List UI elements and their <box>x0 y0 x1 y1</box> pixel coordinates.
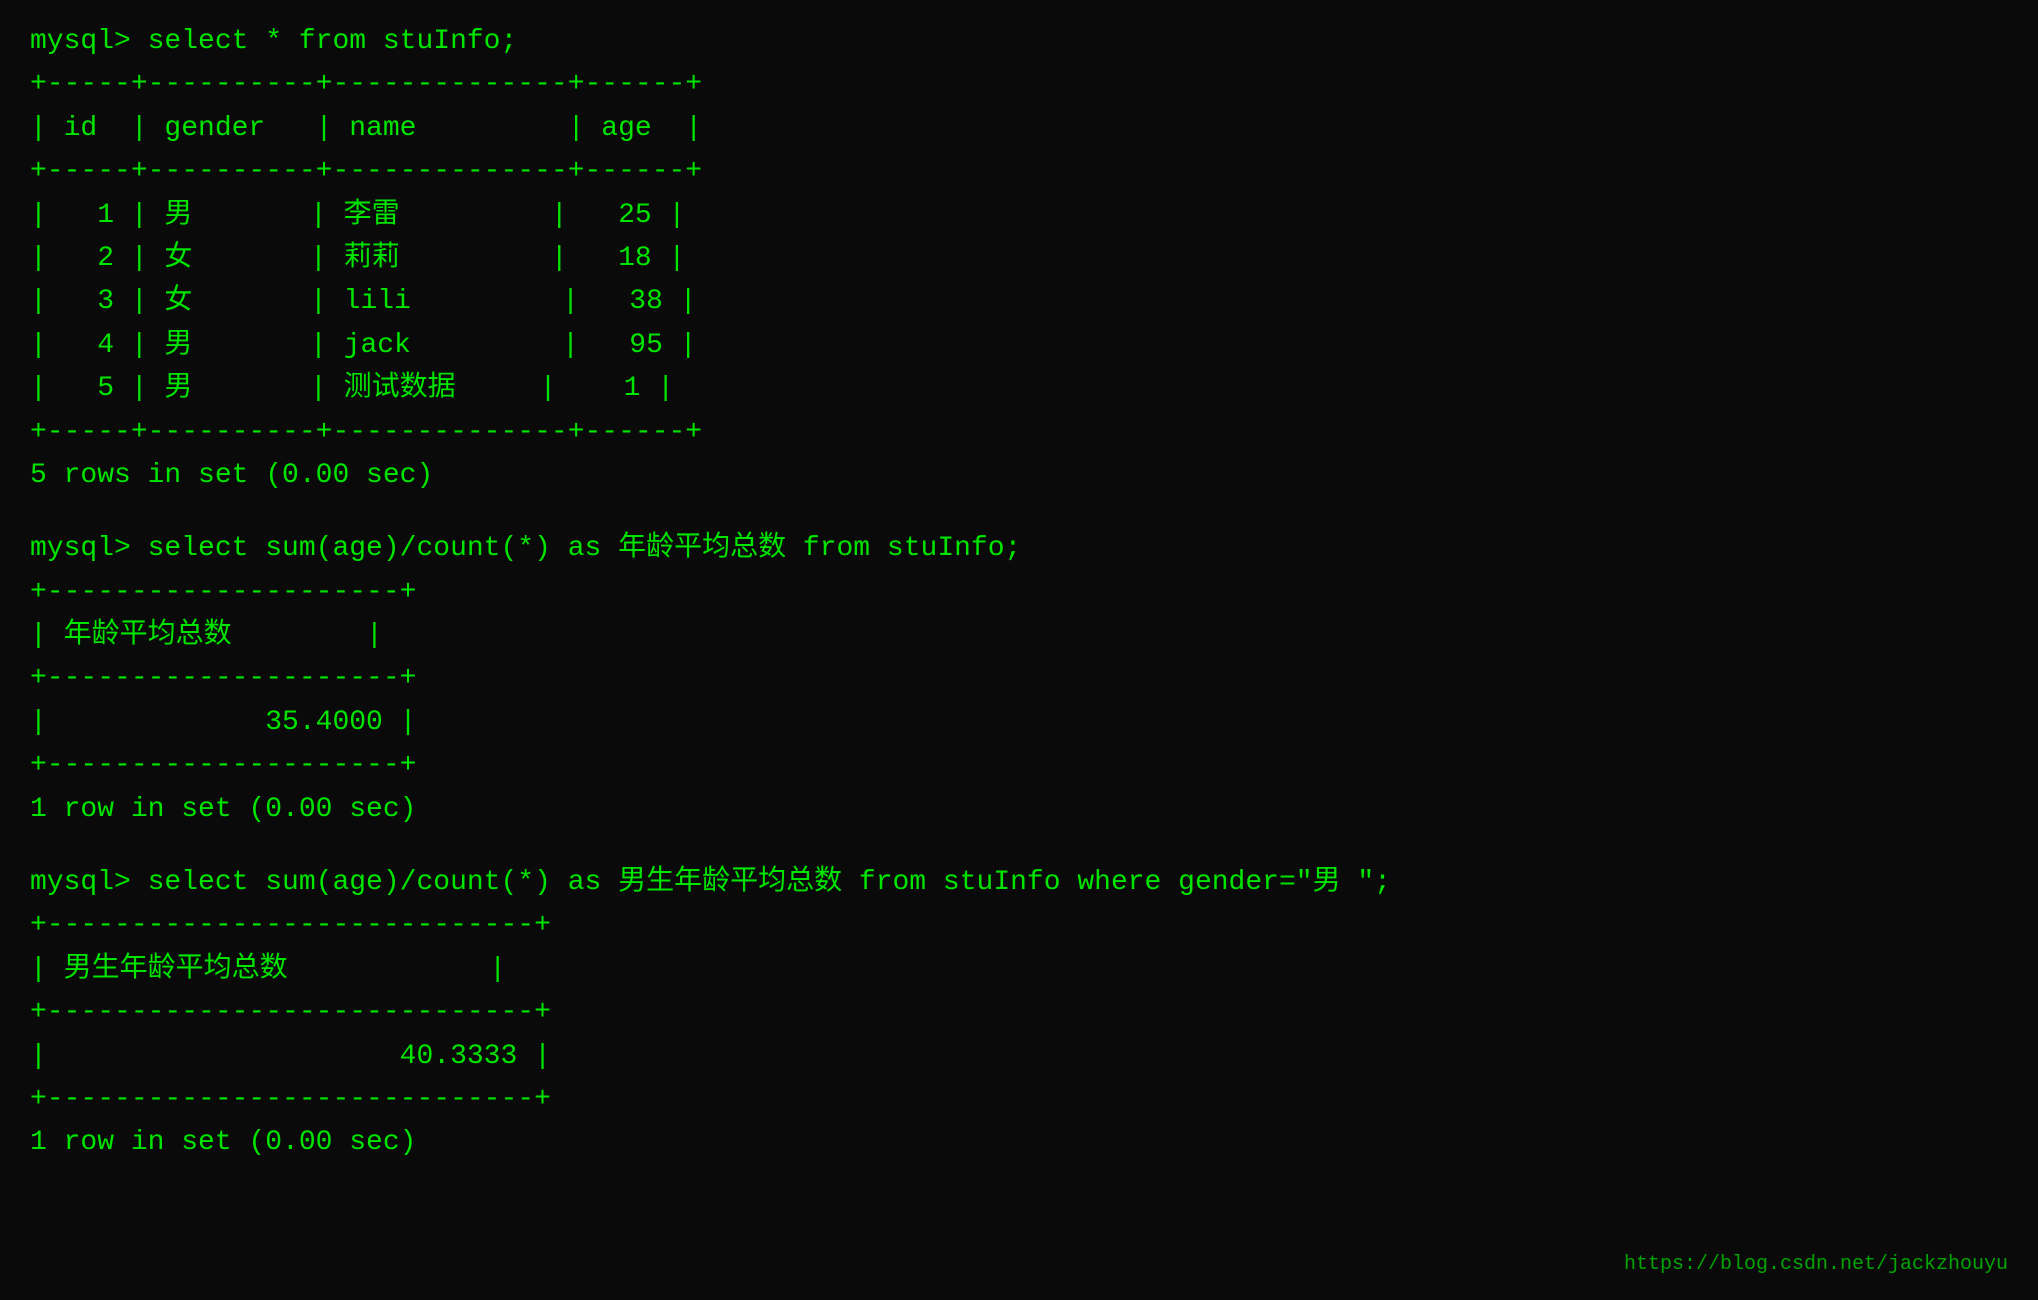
result-3: 1 row in set (0.00 sec) <box>30 1121 2008 1164</box>
result-1: 5 rows in set (0.00 sec) <box>30 454 2008 497</box>
table-row: | 2 | 女 | 莉莉 | 18 | <box>30 237 2008 280</box>
table-header-3: | 男生年龄平均总数 | <box>30 948 2008 991</box>
separator-2b: +---------------------+ <box>30 657 2008 700</box>
terminal: mysql> select * from stuInfo; +-----+---… <box>30 20 2008 1165</box>
prompt-2: mysql> select sum(age)/count(*) as 年龄平均总… <box>30 527 2008 570</box>
table-row: | 5 | 男 | 测试数据 | 1 | <box>30 367 2008 410</box>
watermark: https://blog.csdn.net/jackzhouyu <box>1624 1249 2008 1280</box>
table-row: | 3 | 女 | lili | 38 | <box>30 280 2008 323</box>
table-row: | 40.3333 | <box>30 1035 2008 1078</box>
separator-3a: +-----------------------------+ <box>30 904 2008 947</box>
separator-1b: +-----+----------+--------------+------+ <box>30 150 2008 193</box>
prompt-1: mysql> select * from stuInfo; <box>30 20 2008 63</box>
separator-2a: +---------------------+ <box>30 571 2008 614</box>
separator-1c: +-----+----------+--------------+------+ <box>30 411 2008 454</box>
result-2: 1 row in set (0.00 sec) <box>30 788 2008 831</box>
query-block-2: mysql> select sum(age)/count(*) as 年龄平均总… <box>30 527 2008 831</box>
prompt-3: mysql> select sum(age)/count(*) as 男生年龄平… <box>30 861 2008 904</box>
table-row: | 4 | 男 | jack | 95 | <box>30 324 2008 367</box>
separator-3c: +-----------------------------+ <box>30 1078 2008 1121</box>
separator-3b: +-----------------------------+ <box>30 991 2008 1034</box>
table-header-2: | 年龄平均总数 | <box>30 614 2008 657</box>
separator-1a: +-----+----------+--------------+------+ <box>30 63 2008 106</box>
query-block-3: mysql> select sum(age)/count(*) as 男生年龄平… <box>30 861 2008 1165</box>
table-row: | 35.4000 | <box>30 701 2008 744</box>
query-block-1: mysql> select * from stuInfo; +-----+---… <box>30 20 2008 497</box>
table-row: | 1 | 男 | 李雷 | 25 | <box>30 194 2008 237</box>
separator-2c: +---------------------+ <box>30 744 2008 787</box>
table-header-1: | id | gender | name | age | <box>30 107 2008 150</box>
